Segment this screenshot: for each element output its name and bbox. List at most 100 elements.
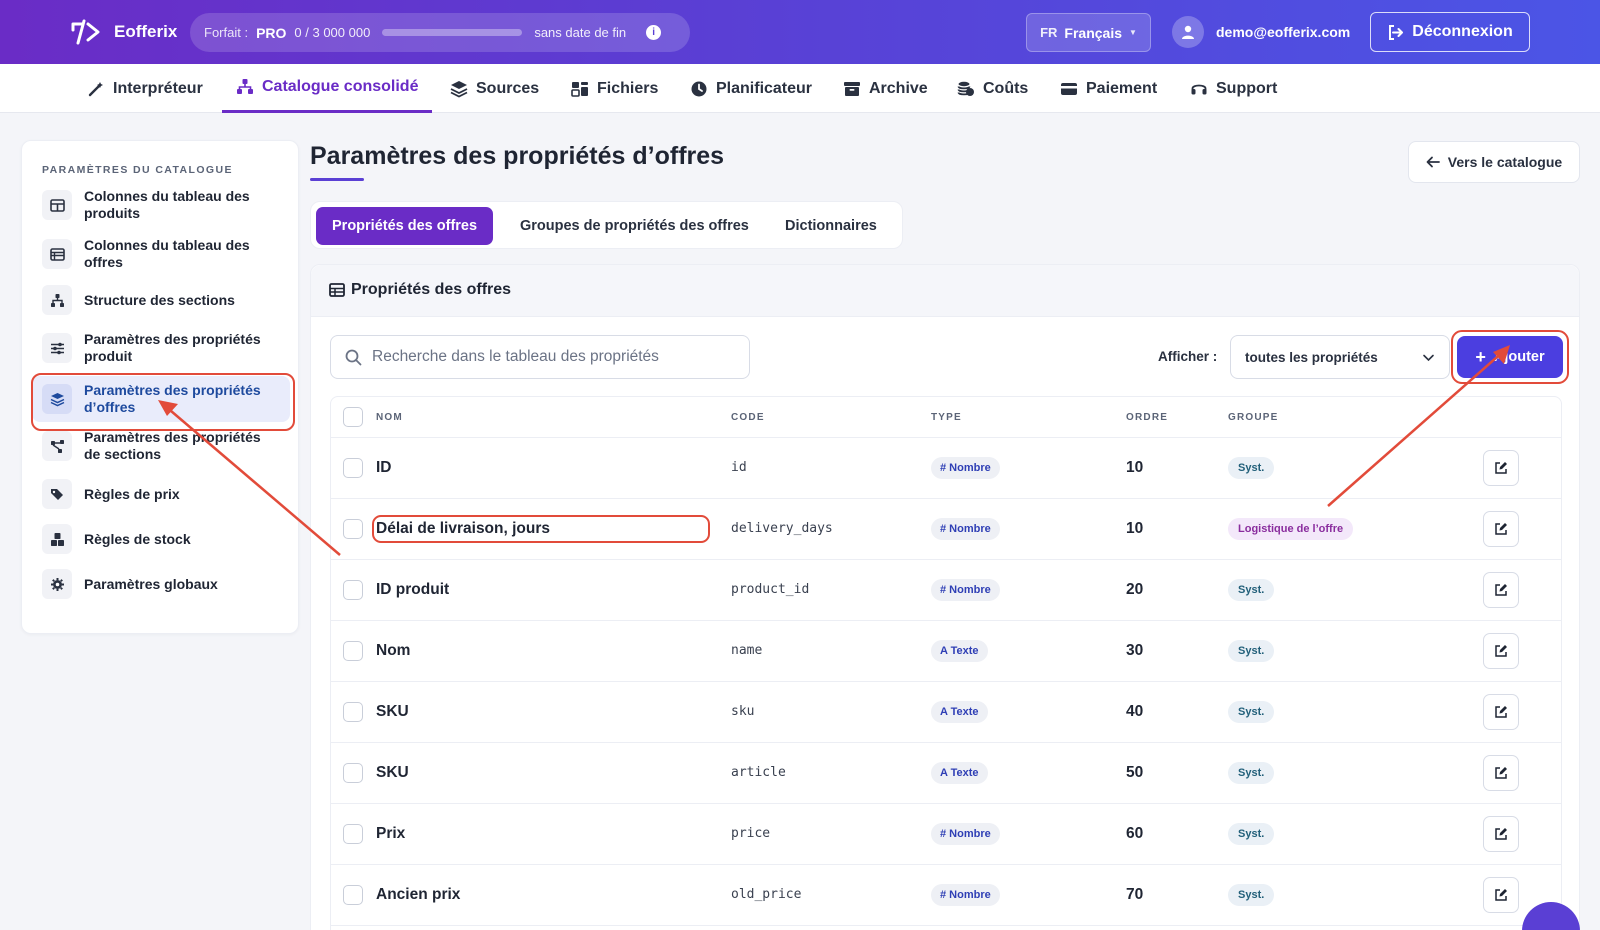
tab-offer-property-groups[interactable]: Groupes de propriétés des offres: [504, 207, 765, 245]
plan-name: PRO: [256, 24, 287, 41]
headset-icon: [1191, 84, 1207, 94]
edit-icon: [1495, 828, 1507, 840]
edit-button[interactable]: [1483, 694, 1519, 730]
select-all-checkbox[interactable]: [343, 407, 363, 427]
edit-button[interactable]: [1483, 755, 1519, 791]
row-checkbox[interactable]: [343, 702, 363, 722]
tab-dictionaries[interactable]: Dictionnaires: [769, 207, 893, 245]
top-bar: Eofferix Forfait : PRO 0 / 3 000 000 san…: [0, 0, 1600, 64]
row-checkbox[interactable]: [343, 580, 363, 600]
sidebar-item-label: Paramètres des propriétés produit: [84, 331, 261, 364]
nav-archive[interactable]: Archive: [829, 64, 942, 113]
logout-button[interactable]: Déconnexion: [1370, 12, 1530, 52]
sidebar-item-stock-rules[interactable]: Règles de stock: [32, 520, 290, 558]
header-order: ORDRE: [1126, 412, 1169, 423]
back-label: Vers le catalogue: [1447, 154, 1563, 170]
brand[interactable]: Eofferix: [70, 18, 177, 46]
sidebar-item-label: Colonnes du tableau des offres: [84, 237, 250, 270]
cell-group-badge: Syst.: [1228, 884, 1275, 906]
row-checkbox[interactable]: [343, 519, 363, 539]
archive-icon: [844, 81, 860, 96]
annotation-highlight-row: [372, 515, 710, 543]
sidebar-item-section-properties[interactable]: Paramètres des propriétés de sections: [32, 426, 290, 466]
language-selector[interactable]: FR Français ▼: [1026, 13, 1151, 52]
header-name: NOM: [376, 412, 403, 423]
card-title-text: Propriétés des offres: [351, 281, 512, 298]
cell-group-badge: Syst.: [1228, 762, 1275, 784]
nav-label: Archive: [869, 79, 928, 97]
row-checkbox[interactable]: [343, 458, 363, 478]
layers-icon: [450, 80, 468, 98]
language-name: Français: [1064, 24, 1122, 41]
language-code: FR: [1040, 25, 1058, 40]
edit-button[interactable]: [1483, 572, 1519, 608]
header-type: TYPE: [931, 412, 962, 423]
nav-sources[interactable]: Sources: [436, 64, 553, 113]
properties-card: Propriétés des offres Afficher : toutes …: [310, 264, 1580, 930]
nav-consolidated-catalog[interactable]: Catalogue consolidé: [222, 64, 433, 113]
info-icon[interactable]: i: [646, 25, 662, 40]
logout-label: Déconnexion: [1412, 23, 1513, 40]
table-row: Nom name A Texte 30 Syst.: [331, 621, 1561, 682]
cell-type-badge: # Nombre: [931, 518, 1000, 540]
nav-label: Support: [1216, 79, 1278, 97]
cell-code: product_id: [731, 582, 810, 597]
table-row: ID produit product_id # Nombre 20 Syst.: [331, 560, 1561, 621]
caret-down-icon: ▼: [1129, 28, 1137, 37]
edit-button[interactable]: [1483, 877, 1519, 913]
row-checkbox[interactable]: [343, 641, 363, 661]
sidebar-item-product-columns[interactable]: Colonnes du tableau des produits: [32, 185, 290, 225]
cell-group-badge: Syst.: [1228, 579, 1275, 601]
sidebar-item-offer-columns[interactable]: Colonnes du tableau des offres: [32, 234, 290, 274]
nav-payment[interactable]: Paiement: [1046, 64, 1171, 113]
cell-name: Ancien prix: [376, 886, 461, 903]
user-menu[interactable]: demo@eofferix.com: [1172, 16, 1350, 48]
back-to-catalog-button[interactable]: Vers le catalogue: [1408, 141, 1580, 183]
tab-offer-properties[interactable]: Propriétés des offres: [316, 207, 494, 245]
nav-label: Planificateur: [716, 79, 813, 97]
row-checkbox[interactable]: [343, 824, 363, 844]
table-icon: [329, 283, 345, 297]
edit-button[interactable]: [1483, 511, 1519, 547]
property-search[interactable]: [330, 335, 750, 379]
filter-select[interactable]: toutes les propriétés: [1230, 335, 1450, 379]
sidebar-item-label: Structure des sections: [84, 291, 235, 308]
page-title: Paramètres des propriétés d’offres: [310, 142, 725, 170]
edit-icon: [1495, 706, 1507, 718]
cell-type-badge: # Nombre: [931, 884, 1000, 906]
cell-type-badge: # Nombre: [931, 823, 1000, 845]
row-checkbox[interactable]: [343, 763, 363, 783]
edit-button[interactable]: [1483, 450, 1519, 486]
sidebar-item-product-properties[interactable]: Paramètres des propriétés produit: [32, 328, 290, 368]
nav-costs[interactable]: Coûts: [943, 64, 1042, 113]
plan-usage: 0 / 3 000 000: [294, 25, 371, 40]
cell-order: 70: [1126, 886, 1144, 903]
search-input[interactable]: [372, 348, 732, 366]
nav-label: Sources: [476, 79, 540, 97]
edit-button[interactable]: [1483, 633, 1519, 669]
cell-group-badge: Syst.: [1228, 823, 1275, 845]
cell-type-badge: # Nombre: [931, 457, 1000, 479]
sidebar-item-price-rules[interactable]: Règles de prix: [32, 475, 290, 513]
table-row: Délai de livraison, jours delivery_days …: [331, 499, 1561, 560]
sidebar-item-global-settings[interactable]: Paramètres globaux: [32, 565, 290, 603]
sidebar-item-label: Règles de prix: [84, 485, 180, 502]
tree-icon: [42, 285, 72, 315]
tags-icon: [42, 479, 72, 509]
plan-progress-bar: [382, 29, 523, 36]
cell-code: name: [731, 643, 763, 658]
nav-interpreter[interactable]: Interpréteur: [73, 64, 217, 113]
cell-type-badge: A Texte: [931, 701, 988, 723]
nav-scheduler[interactable]: Planificateur: [676, 64, 826, 113]
filter-value: toutes les propriétés: [1245, 349, 1378, 365]
filter-label: Afficher :: [1158, 349, 1218, 364]
nav-label: Paiement: [1086, 79, 1158, 97]
edit-button[interactable]: [1483, 816, 1519, 852]
edit-icon: [1495, 584, 1507, 596]
row-checkbox[interactable]: [343, 885, 363, 905]
sidebar-item-section-structure[interactable]: Structure des sections: [32, 281, 290, 319]
nav-support[interactable]: Support: [1176, 64, 1291, 113]
cell-order: 20: [1126, 581, 1144, 598]
nav-files[interactable]: Fichiers: [557, 64, 672, 113]
boxes-icon: [42, 524, 72, 554]
